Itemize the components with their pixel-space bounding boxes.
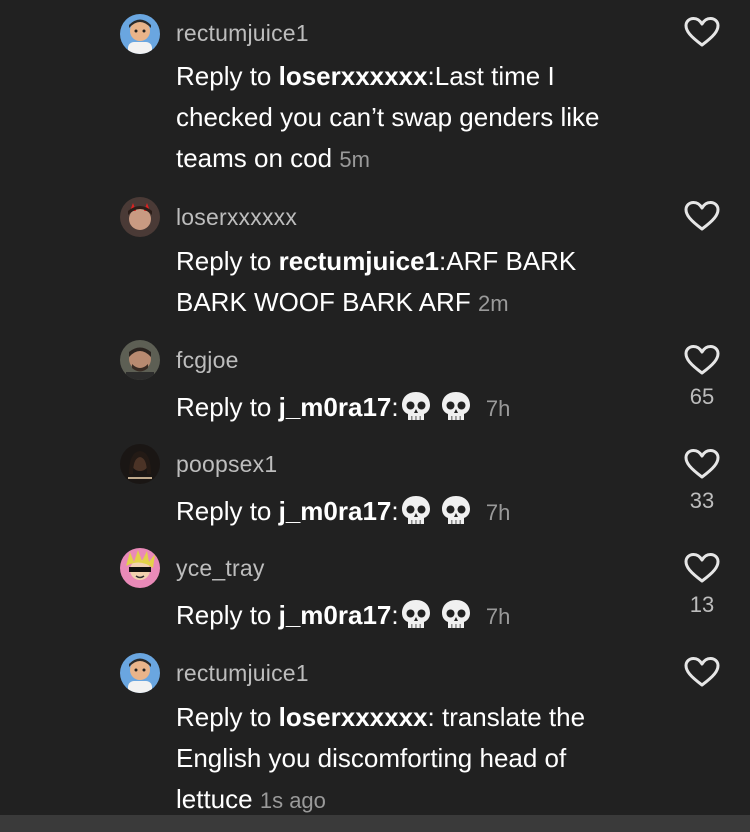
reply-prefix: Reply to [176,392,279,422]
like-button[interactable] [684,552,720,584]
skull-emoji-icon [401,392,430,420]
reply-separator: : [391,392,399,422]
username[interactable]: loserxxxxxx [176,204,297,231]
avatar[interactable] [120,653,160,693]
avatar[interactable] [120,548,160,588]
reply-prefix: Reply to [176,496,279,526]
like-button[interactable] [684,16,720,48]
avatar[interactable] [120,340,160,380]
comment-body: Reply to loserxxxxxx:Last time I checked… [176,56,646,180]
heart-icon [684,201,720,231]
reply-mention[interactable]: loserxxxxxx [279,61,428,91]
like-button[interactable] [684,200,720,232]
reply-mention[interactable]: loserxxxxxx [279,702,428,732]
heart-icon [684,553,720,583]
avatar[interactable] [120,444,160,484]
reply-prefix: Reply to [176,600,279,630]
bottom-bar [0,815,750,832]
like-button[interactable] [684,656,720,688]
username[interactable]: fcgjoe [176,347,239,374]
timestamp: 5m [339,147,370,172]
like-button[interactable] [684,344,720,376]
reply-separator: : [391,496,399,526]
timestamp: 2m [477,291,509,316]
skull-emoji-icon [441,600,470,628]
skull-emoji-icon [441,496,470,524]
username[interactable]: rectumjuice1 [176,660,309,687]
avatar[interactable] [120,14,160,54]
person-photo-avatar-icon [120,340,160,380]
username[interactable]: poopsex1 [176,451,277,478]
dark-photo-avatar-icon [120,444,160,484]
reply-mention[interactable]: rectumjuice1 [279,246,439,276]
timestamp: 1s ago [259,788,326,813]
comment-body: Reply to j_m0ra17:💀💀 7h [176,595,646,645]
like-count: 33 [689,488,715,513]
heart-icon [684,657,720,687]
comment-body: Reply to j_m0ra17:💀💀 7h [176,387,646,437]
timestamp: 7h [485,396,511,421]
username[interactable]: rectumjuice1 [176,20,309,47]
cartoon-avatar-icon [120,653,160,693]
reply-prefix: Reply to [176,61,279,91]
reply-separator: : [427,61,435,91]
username[interactable]: yce_tray [176,555,265,582]
reply-mention[interactable]: j_m0ra17 [279,392,392,422]
reply-separator: : [391,600,399,630]
devil-horns-avatar-icon [120,197,160,237]
like-count: 13 [689,592,715,617]
skull-emoji-icon [441,392,470,420]
cartoon-avatar-icon [120,14,160,54]
avatar[interactable] [120,197,160,237]
skull-emoji-icon [401,600,430,628]
skull-emoji-icon [401,496,430,524]
timestamp: 7h [485,500,511,525]
reply-mention[interactable]: j_m0ra17 [279,496,392,526]
reply-prefix: Reply to [176,702,279,732]
comment-body: Reply to j_m0ra17:💀💀 7h [176,491,646,541]
heart-icon [684,17,720,47]
timestamp: 7h [485,604,511,629]
like-button[interactable] [684,448,720,480]
heart-icon [684,345,720,375]
anime-avatar-icon [120,548,160,588]
comment-body: Reply to rectumjuice1:ARF BARK BARK WOOF… [176,241,646,324]
reply-mention[interactable]: j_m0ra17 [279,600,392,630]
like-count: 65 [689,384,715,409]
reply-prefix: Reply to [176,246,279,276]
reply-separator: : [427,702,442,732]
heart-icon [684,449,720,479]
comment-body: Reply to loserxxxxxx: translate the Engl… [176,697,646,821]
